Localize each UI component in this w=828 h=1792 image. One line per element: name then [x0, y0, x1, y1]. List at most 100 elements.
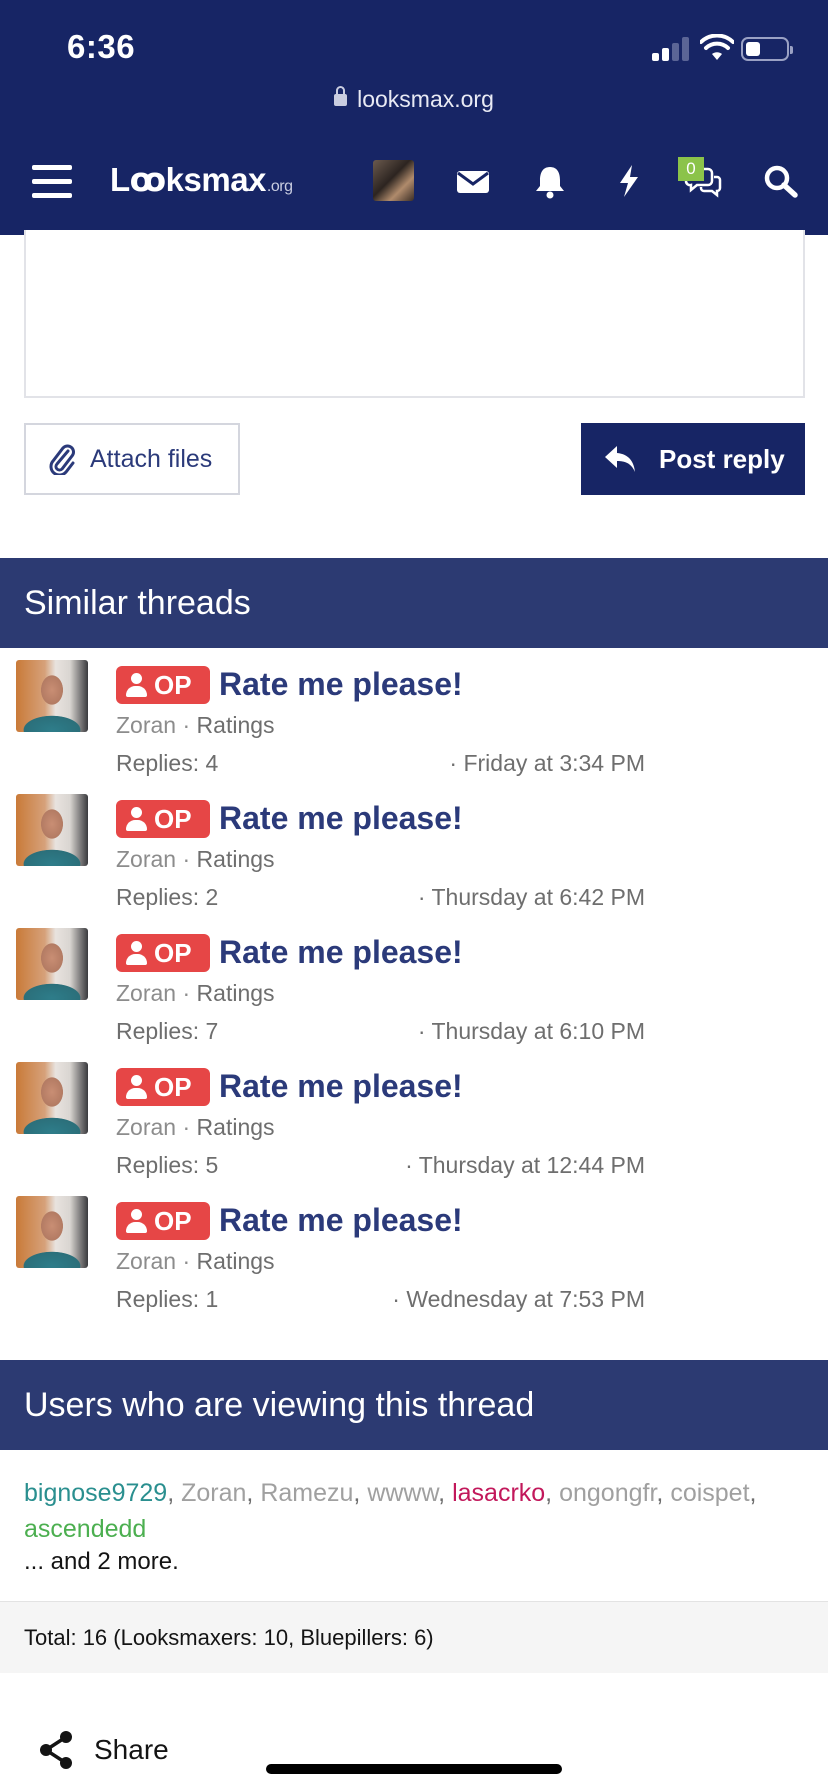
attach-files-button[interactable]: Attach files — [24, 423, 240, 495]
post-reply-label: Post reply — [659, 443, 785, 474]
thread-title[interactable]: Rate me please! — [219, 934, 463, 971]
share-button[interactable]: Share — [38, 1730, 169, 1770]
lock-icon — [334, 86, 348, 106]
user-icon — [126, 941, 147, 965]
thread-author-avatar[interactable] — [16, 1062, 88, 1134]
thread-replies: Replies: 2 — [116, 884, 219, 910]
thread-meta: Zoran · Ratings — [116, 1114, 275, 1141]
thread-date: · Wednesday at 7:53 PM — [392, 1286, 645, 1312]
user-icon — [126, 1075, 147, 1099]
thread-author[interactable]: Zoran — [116, 980, 176, 1006]
thread-item[interactable]: OP Rate me please! Zoran · Ratings Repli… — [0, 794, 828, 928]
reply-editor[interactable] — [24, 230, 805, 398]
thread-replies: Replies: 7 — [116, 1018, 219, 1044]
op-badge: OP — [116, 800, 210, 838]
thread-title[interactable]: Rate me please! — [219, 1202, 463, 1239]
viewer-link[interactable]: coispet — [670, 1479, 749, 1507]
home-indicator — [266, 1764, 562, 1774]
op-label: OP — [154, 1071, 192, 1102]
reply-arrow-icon — [605, 446, 635, 472]
site-header: 6:36 looksmax.org Lꝏksmax.org 0 — [0, 0, 828, 235]
viewer-total-text: Total: 16 (Looksmaxers: 10, Bluepillers:… — [24, 1624, 434, 1650]
op-label: OP — [154, 937, 192, 968]
op-badge: OP — [116, 934, 210, 972]
thread-item[interactable]: OP Rate me please! Zoran · Ratings Repli… — [0, 928, 828, 1062]
meta-separator: · — [176, 980, 197, 1006]
thread-author-avatar[interactable] — [16, 928, 88, 1000]
conversations-badge: 0 — [678, 157, 704, 181]
viewers-title: Users who are viewing this thread — [24, 1385, 535, 1424]
thread-author-avatar[interactable] — [16, 1196, 88, 1268]
user-avatar[interactable] — [373, 160, 414, 201]
url-text: looksmax.org — [357, 86, 494, 112]
viewer-link[interactable]: ongongfr — [559, 1479, 656, 1507]
viewer-list: bignose9729, Zoran, Ramezu, wwww, lasacr… — [24, 1479, 757, 1543]
thread-meta: Zoran · Ratings — [116, 846, 275, 873]
thread-forum[interactable]: Ratings — [197, 712, 275, 738]
thread-forum[interactable]: Ratings — [197, 1248, 275, 1274]
user-icon — [126, 807, 147, 831]
thread-title[interactable]: Rate me please! — [219, 666, 463, 703]
thread-date: · Thursday at 12:44 PM — [405, 1152, 645, 1178]
paperclip-icon — [49, 444, 75, 475]
thread-meta: Zoran · Ratings — [116, 712, 275, 739]
viewer-link[interactable]: bignose9729 — [24, 1479, 167, 1507]
battery-icon — [741, 37, 793, 61]
lightning-icon[interactable] — [610, 163, 648, 199]
bell-icon[interactable] — [531, 163, 569, 199]
meta-separator: · — [176, 1248, 197, 1274]
share-icon — [40, 1731, 72, 1769]
more-viewers: ... and 2 more. — [24, 1548, 179, 1575]
viewer-link[interactable]: wwww — [367, 1479, 438, 1507]
user-icon — [126, 673, 147, 697]
envelope-icon[interactable] — [454, 163, 492, 199]
thread-replies: Replies: 5 — [116, 1152, 219, 1178]
op-badge: OP — [116, 1068, 210, 1106]
thread-item[interactable]: OP Rate me please! Zoran · Ratings Repli… — [0, 1196, 828, 1330]
menu-icon[interactable] — [32, 165, 72, 199]
thread-author[interactable]: Zoran — [116, 1248, 176, 1274]
thread-forum[interactable]: Ratings — [197, 846, 275, 872]
meta-separator: · — [176, 846, 197, 872]
thread-date: · Thursday at 6:10 PM — [417, 1018, 645, 1044]
op-badge: OP — [116, 1202, 210, 1240]
thread-replies: Replies: 1 — [116, 1286, 219, 1312]
post-reply-button[interactable]: Post reply — [581, 423, 805, 495]
thread-date: · Friday at 3:34 PM — [449, 750, 645, 776]
attach-files-label: Attach files — [90, 444, 213, 473]
site-logo[interactable]: Lꝏksmax.org — [110, 160, 293, 199]
thread-item[interactable]: OP Rate me please! Zoran · Ratings Repli… — [0, 660, 828, 794]
thread-meta: Zoran · Ratings — [116, 980, 275, 1007]
thread-replies: Replies: 4 — [116, 750, 219, 776]
user-icon — [126, 1209, 147, 1233]
thread-title[interactable]: Rate me please! — [219, 1068, 463, 1105]
thread-date: · Thursday at 6:42 PM — [417, 884, 645, 910]
thread-author-avatar[interactable] — [16, 794, 88, 866]
status-time: 6:36 — [67, 28, 136, 65]
viewer-link[interactable]: ascendedd — [24, 1515, 146, 1543]
search-icon[interactable] — [762, 163, 800, 199]
thread-title[interactable]: Rate me please! — [219, 800, 463, 837]
signal-icon — [652, 37, 692, 61]
op-label: OP — [154, 803, 192, 834]
similar-threads-header: Similar threads — [0, 558, 828, 648]
viewer-link[interactable]: lasacrko — [452, 1479, 545, 1507]
similar-threads-title: Similar threads — [24, 583, 251, 622]
viewer-link[interactable]: Zoran — [181, 1479, 246, 1507]
op-badge: OP — [116, 666, 210, 704]
meta-separator: · — [176, 1114, 197, 1140]
thread-meta: Zoran · Ratings — [116, 1248, 275, 1275]
logo-text: Lꝏksmax — [110, 161, 266, 198]
viewers-header: Users who are viewing this thread — [0, 1360, 828, 1450]
address-bar[interactable]: looksmax.org — [0, 86, 828, 113]
share-label: Share — [94, 1734, 169, 1765]
thread-author[interactable]: Zoran — [116, 846, 176, 872]
thread-author-avatar[interactable] — [16, 660, 88, 732]
op-label: OP — [154, 1205, 192, 1236]
thread-item[interactable]: OP Rate me please! Zoran · Ratings Repli… — [0, 1062, 828, 1196]
thread-author[interactable]: Zoran — [116, 1114, 176, 1140]
thread-author[interactable]: Zoran — [116, 712, 176, 738]
thread-forum[interactable]: Ratings — [197, 980, 275, 1006]
viewer-link[interactable]: Ramezu — [260, 1479, 353, 1507]
thread-forum[interactable]: Ratings — [197, 1114, 275, 1140]
